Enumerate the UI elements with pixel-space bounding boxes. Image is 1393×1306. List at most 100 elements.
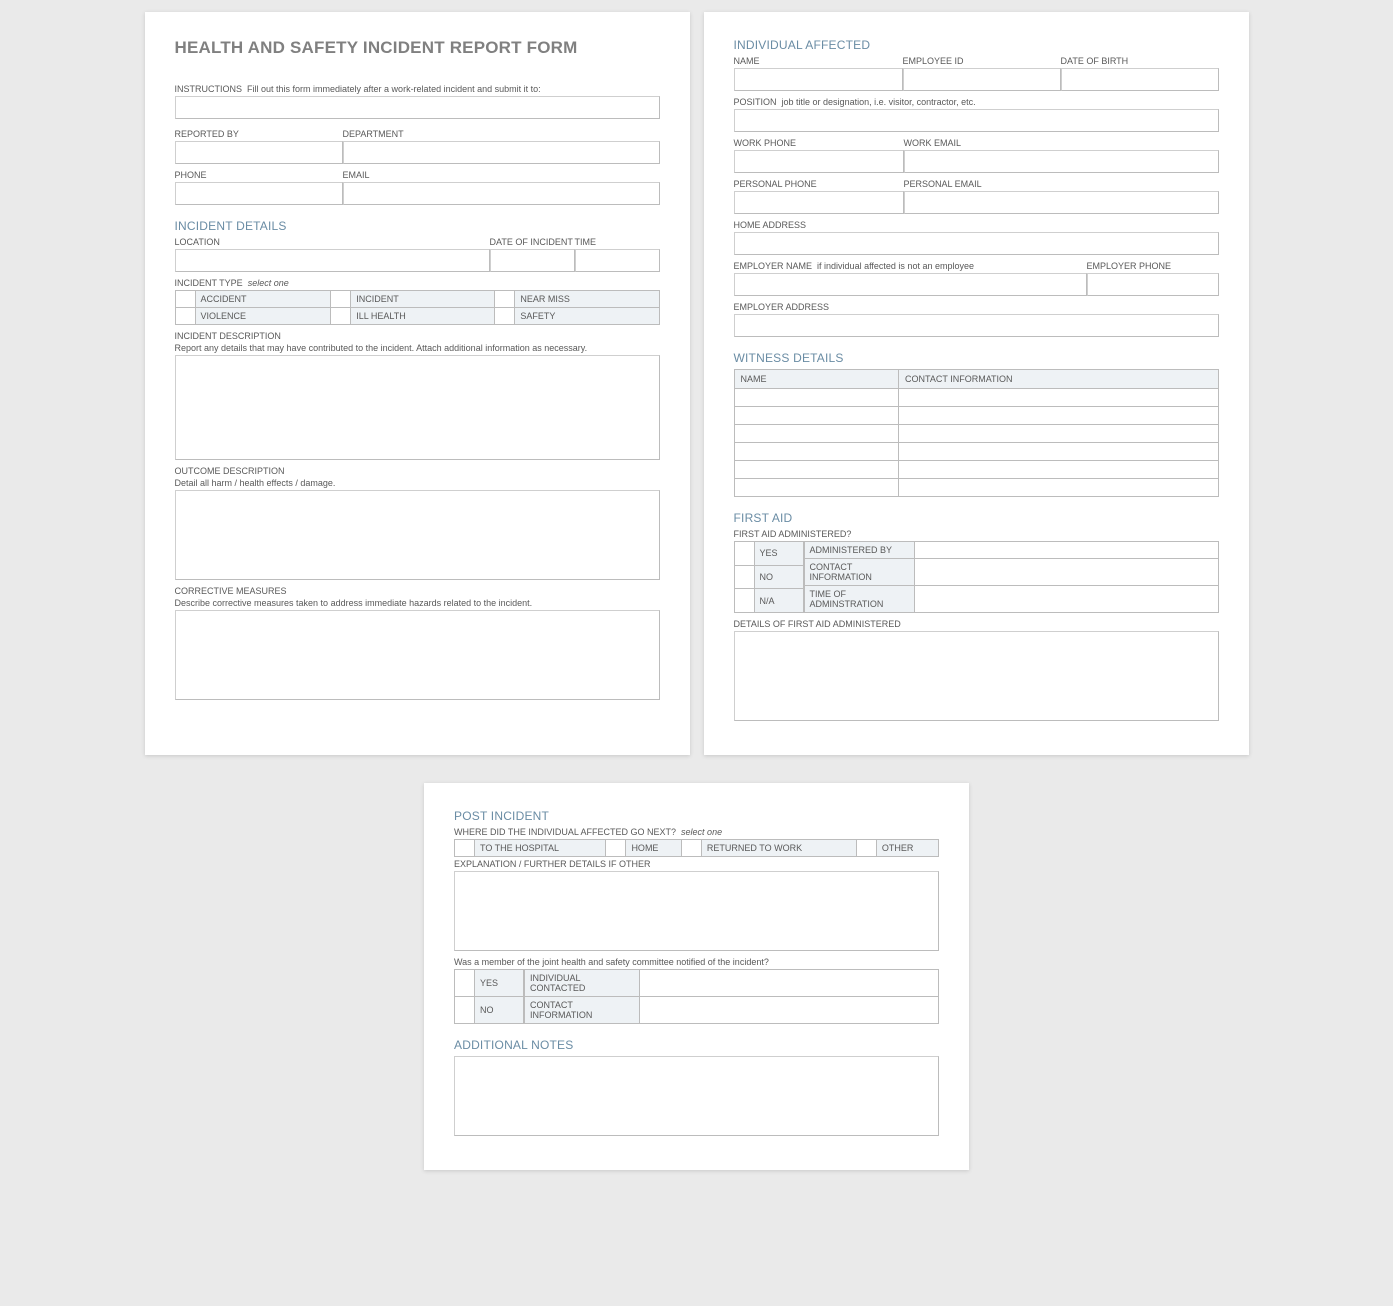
incident-details-heading: INCIDENT DETAILS bbox=[175, 219, 660, 233]
committee-contact-table: INDIVIDUAL CONTACTED CONTACT INFORMATION bbox=[524, 969, 939, 1024]
where-check-hospital[interactable] bbox=[455, 840, 475, 857]
witness-row-contact[interactable] bbox=[899, 407, 1218, 425]
home-address-label: HOME ADDRESS bbox=[734, 220, 1219, 230]
incident-type-label: INCIDENT TYPE select one bbox=[175, 278, 660, 288]
fa-na: N/A bbox=[754, 589, 803, 613]
time-field[interactable] bbox=[575, 249, 660, 272]
employee-id-field[interactable] bbox=[903, 68, 1061, 91]
fa-check-na[interactable] bbox=[734, 589, 754, 613]
type-check-violence[interactable] bbox=[175, 308, 195, 325]
phone-label: PHONE bbox=[175, 170, 343, 180]
employee-id-label: EMPLOYEE ID bbox=[903, 56, 1061, 66]
page-2: INDIVIDUAL AFFECTED NAME EMPLOYEE ID DAT… bbox=[704, 12, 1249, 755]
fa-check-yes[interactable] bbox=[734, 542, 754, 566]
committee-check-yes[interactable] bbox=[455, 970, 475, 997]
fa-time-field[interactable] bbox=[914, 586, 1218, 613]
personal-email-field[interactable] bbox=[904, 191, 1219, 214]
position-label: POSITION job title or designation, i.e. … bbox=[734, 97, 1219, 107]
committee-q-label: Was a member of the joint health and saf… bbox=[454, 957, 939, 967]
reported-by-field[interactable] bbox=[175, 141, 343, 164]
corrective-field[interactable] bbox=[175, 610, 660, 700]
ind-name-field[interactable] bbox=[734, 68, 903, 91]
fa-adminby-field[interactable] bbox=[914, 542, 1218, 559]
location-label: LOCATION bbox=[175, 237, 490, 247]
witness-row-name[interactable] bbox=[734, 443, 899, 461]
fa-yes: YES bbox=[754, 542, 803, 566]
work-phone-label: WORK PHONE bbox=[734, 138, 904, 148]
corrective-hint: Describe corrective measures taken to ad… bbox=[175, 598, 660, 608]
employer-address-field[interactable] bbox=[734, 314, 1219, 337]
employer-phone-field[interactable] bbox=[1087, 273, 1219, 296]
instructions-field[interactable] bbox=[175, 96, 660, 119]
additional-notes-heading: ADDITIONAL NOTES bbox=[454, 1038, 939, 1052]
fa-time-label: TIME OF ADMINSTRATION bbox=[804, 586, 914, 613]
employer-address-label: EMPLOYER ADDRESS bbox=[734, 302, 1219, 312]
individual-heading: INDIVIDUAL AFFECTED bbox=[734, 38, 1219, 52]
type-check-safety[interactable] bbox=[495, 308, 515, 325]
firstaid-heading: FIRST AID bbox=[734, 511, 1219, 525]
page-3: POST INCIDENT WHERE DID THE INDIVIDUAL A… bbox=[424, 783, 969, 1170]
type-safety: SAFETY bbox=[515, 308, 659, 325]
committee-contacted-field[interactable] bbox=[640, 970, 939, 997]
incident-description-field[interactable] bbox=[175, 355, 660, 460]
personal-email-label: PERSONAL EMAIL bbox=[904, 179, 1219, 189]
type-incident: INCIDENT bbox=[351, 291, 495, 308]
witness-row-contact[interactable] bbox=[899, 425, 1218, 443]
work-phone-field[interactable] bbox=[734, 150, 904, 173]
committee-yes: YES bbox=[475, 970, 524, 997]
where-check-home[interactable] bbox=[606, 840, 626, 857]
witness-heading: WITNESS DETAILS bbox=[734, 351, 1219, 365]
type-violence: VIOLENCE bbox=[195, 308, 331, 325]
witness-row-name[interactable] bbox=[734, 389, 899, 407]
dob-field[interactable] bbox=[1061, 68, 1219, 91]
type-check-incident[interactable] bbox=[331, 291, 351, 308]
postincident-heading: POST INCIDENT bbox=[454, 809, 939, 823]
witness-row-contact[interactable] bbox=[899, 461, 1218, 479]
instructions-label: INSTRUCTIONS Fill out this form immediat… bbox=[175, 84, 660, 94]
outcome-hint: Detail all harm / health effects / damag… bbox=[175, 478, 660, 488]
home-address-field[interactable] bbox=[734, 232, 1219, 255]
witness-row-name[interactable] bbox=[734, 479, 899, 497]
fa-details-field[interactable] bbox=[734, 631, 1219, 721]
employer-name-label: EMPLOYER NAME if individual affected is … bbox=[734, 261, 1087, 271]
work-email-field[interactable] bbox=[904, 150, 1219, 173]
where-check-other[interactable] bbox=[856, 840, 876, 857]
fa-no: NO bbox=[754, 565, 803, 589]
phone-field[interactable] bbox=[175, 182, 343, 205]
type-check-nearmiss[interactable] bbox=[495, 291, 515, 308]
where-next-label: WHERE DID THE INDIVIDUAL AFFECTED GO NEX… bbox=[454, 827, 939, 837]
department-label: DEPARTMENT bbox=[343, 129, 660, 139]
committee-check-no[interactable] bbox=[455, 997, 475, 1024]
where-check-returned[interactable] bbox=[681, 840, 701, 857]
position-field[interactable] bbox=[734, 109, 1219, 132]
type-check-illhealth[interactable] bbox=[331, 308, 351, 325]
incident-description-label: INCIDENT DESCRIPTION bbox=[175, 331, 660, 341]
fa-details-label: DETAILS OF FIRST AID ADMINISTERED bbox=[734, 619, 1219, 629]
employer-phone-label: EMPLOYER PHONE bbox=[1087, 261, 1219, 271]
personal-phone-field[interactable] bbox=[734, 191, 904, 214]
location-field[interactable] bbox=[175, 249, 490, 272]
outcome-field[interactable] bbox=[175, 490, 660, 580]
witness-row-contact[interactable] bbox=[899, 443, 1218, 461]
witness-table: NAME CONTACT INFORMATION bbox=[734, 369, 1219, 497]
additional-notes-field[interactable] bbox=[454, 1056, 939, 1136]
employer-name-field[interactable] bbox=[734, 273, 1087, 296]
firstaid-yesnona: YES NO N/A bbox=[734, 541, 804, 613]
witness-row-contact[interactable] bbox=[899, 479, 1218, 497]
type-check-accident[interactable] bbox=[175, 291, 195, 308]
committee-no: NO bbox=[475, 997, 524, 1024]
witness-row-name[interactable] bbox=[734, 461, 899, 479]
fa-contact-field[interactable] bbox=[914, 559, 1218, 586]
committee-contactinfo-field[interactable] bbox=[640, 997, 939, 1024]
witness-row-contact[interactable] bbox=[899, 389, 1218, 407]
fa-contact-label: CONTACT INFORMATION bbox=[804, 559, 914, 586]
date-of-incident-field[interactable] bbox=[490, 249, 575, 272]
department-field[interactable] bbox=[343, 141, 660, 164]
witness-row-name[interactable] bbox=[734, 425, 899, 443]
firstaid-q-label: FIRST AID ADMINISTERED? bbox=[734, 529, 1219, 539]
witness-row-name[interactable] bbox=[734, 407, 899, 425]
explanation-field[interactable] bbox=[454, 871, 939, 951]
committee-contacted-label: INDIVIDUAL CONTACTED bbox=[525, 970, 640, 997]
email-field[interactable] bbox=[343, 182, 660, 205]
fa-check-no[interactable] bbox=[734, 565, 754, 589]
